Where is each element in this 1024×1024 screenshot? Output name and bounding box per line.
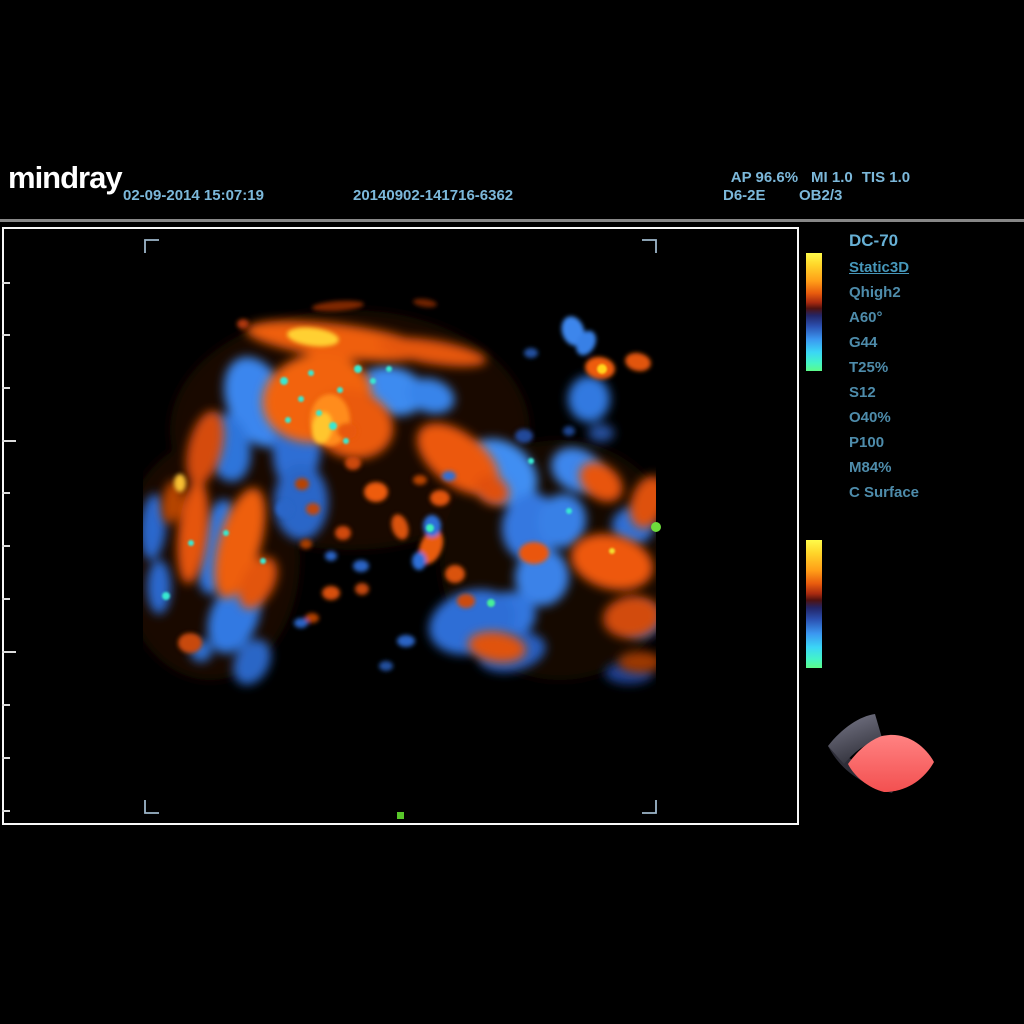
probe-label: D6-2E <box>723 187 766 204</box>
mode-static3d-link[interactable]: Static3D <box>849 259 909 276</box>
param-mix: M84% <box>849 459 892 476</box>
image-area[interactable] <box>2 227 799 825</box>
flow-colorbar-top <box>806 253 822 371</box>
param-threshold: T25% <box>849 359 888 376</box>
mi-value: MI 1.0 <box>811 169 853 186</box>
ultrasound-screen: { "header": { "brand": "mindray", "datet… <box>0 0 1024 1024</box>
3d-flow-render[interactable] <box>4 229 797 823</box>
param-quality: Qhigh2 <box>849 284 901 301</box>
param-angle: A60° <box>849 309 883 326</box>
exam-id-label: 20140902-141716-6362 <box>353 187 513 204</box>
ap-value: AP 96.6% <box>731 169 798 186</box>
mindray-logo: mindray <box>8 160 122 196</box>
preset-label: OB2/3 <box>799 187 842 204</box>
datetime-label: 02-09-2014 15:07:19 <box>123 187 264 204</box>
probe-orientation-icon <box>820 700 950 805</box>
header-separator <box>0 219 1024 222</box>
roi-bracket-bottom-left[interactable] <box>145 800 159 813</box>
param-render-mode: C Surface <box>849 484 919 501</box>
roi-bracket-top-left[interactable] <box>145 240 159 253</box>
green-dot-marker <box>651 522 661 532</box>
green-square-marker <box>397 812 404 819</box>
flow-colorbar-bottom <box>806 540 822 668</box>
param-gain: G44 <box>849 334 877 351</box>
param-smooth: S12 <box>849 384 876 401</box>
roi-bracket-bottom-right[interactable] <box>642 800 656 813</box>
param-persistence: P100 <box>849 434 884 451</box>
machine-model-label: DC-70 <box>849 231 898 251</box>
render-volume <box>120 297 680 691</box>
param-opacity: O40% <box>849 409 891 426</box>
tis-value: TIS 1.0 <box>862 169 910 186</box>
roi-bracket-top-right[interactable] <box>642 240 656 253</box>
acoustic-output-line: AP 96.6% MI 1.0 TIS 1.0 <box>723 152 910 186</box>
